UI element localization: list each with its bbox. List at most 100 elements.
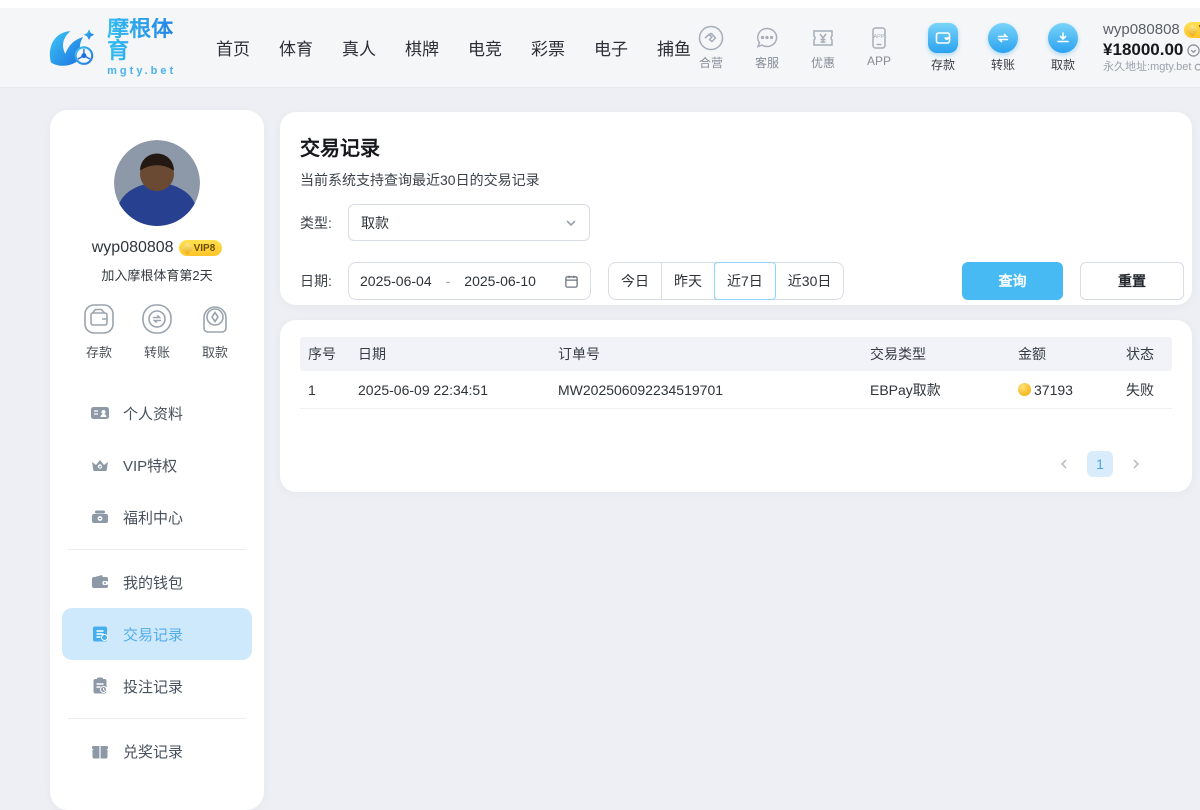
sidebar-transfer-label: 转账 xyxy=(144,342,170,361)
sidebar-menu: 个人资料 VIP特权 福利中心 xyxy=(50,387,264,777)
col-header-date: 日期 xyxy=(350,344,550,364)
gift-box-icon xyxy=(90,507,110,527)
nav-item-slots[interactable]: 电子 xyxy=(594,35,628,60)
main-content: 交易记录 当前系统支持查询最近30日的交易记录 类型: 取款 日期: 2025-… xyxy=(280,112,1192,492)
nav-item-sports[interactable]: 体育 xyxy=(279,35,313,60)
sidebar-withdraw-button[interactable]: 取款 xyxy=(196,300,234,361)
filter-card: 交易记录 当前系统支持查询最近30日的交易记录 类型: 取款 日期: 2025-… xyxy=(280,112,1192,305)
vip-badge: VIP8 xyxy=(1184,22,1200,38)
page-subtitle: 当前系统支持查询最近30日的交易记录 xyxy=(300,170,1184,190)
date-range-input[interactable]: 2025-06-04 - 2025-06-10 xyxy=(348,262,591,300)
sidebar-vip-badge: VIP8 xyxy=(179,240,223,256)
gold-coin-icon xyxy=(1018,383,1031,396)
joined-days-text: 加入摩根体育第2天 xyxy=(50,265,264,284)
sidebar-item-label: 投注记录 xyxy=(123,676,183,697)
promo-label: 优惠 xyxy=(811,54,835,71)
magnifier-icon[interactable] xyxy=(1194,63,1200,73)
profile-sidebar: wyp080808 VIP8 加入摩根体育第2天 存款 转账 xyxy=(50,110,264,810)
brand-title: 摩根体育 xyxy=(107,18,184,62)
sidebar-item-bets[interactable]: 投注记录 xyxy=(50,660,264,712)
nav-item-fishing[interactable]: 捕鱼 xyxy=(657,35,691,60)
col-header-type: 交易类型 xyxy=(862,344,1010,364)
support-label: 客服 xyxy=(755,54,779,71)
user-summary[interactable]: wyp080808 VIP8 ¥18000.00 永久地址:mgty.bet xyxy=(1103,21,1200,75)
top-strip xyxy=(0,0,1200,8)
nav-item-lottery[interactable]: 彩票 xyxy=(531,35,565,60)
sidebar-avatar[interactable] xyxy=(114,140,200,226)
withdraw-outline-icon xyxy=(196,300,234,338)
search-button[interactable]: 查询 xyxy=(962,262,1063,300)
secondary-actions: 合营 客服 优惠 APP APP xyxy=(691,25,899,71)
withdraw-button[interactable]: 取款 xyxy=(1041,23,1085,73)
sidebar-vip-label: VIP8 xyxy=(194,243,216,254)
range-today-button[interactable]: 今日 xyxy=(609,263,662,299)
handshake-icon xyxy=(698,25,724,51)
promo-button[interactable]: 优惠 xyxy=(803,25,843,71)
sidebar-item-prizes[interactable]: 兑奖记录 xyxy=(50,725,264,777)
prev-page-icon[interactable] xyxy=(1058,458,1070,470)
range-yesterday-button[interactable]: 昨天 xyxy=(662,263,715,299)
range-30days-button[interactable]: 近30日 xyxy=(776,263,844,299)
page-title: 交易记录 xyxy=(300,132,1184,161)
menu-divider xyxy=(68,718,246,719)
col-header-order: 订单号 xyxy=(550,344,862,364)
type-select[interactable]: 取款 xyxy=(348,204,590,241)
cell-date: 2025-06-09 22:34:51 xyxy=(350,382,550,398)
vip-gem-icon xyxy=(181,242,194,255)
sidebar-quick-actions: 存款 转账 取款 xyxy=(50,300,264,361)
sidebar-item-vip[interactable]: VIP特权 xyxy=(50,439,264,491)
date-to-value: 2025-06-10 xyxy=(464,273,536,289)
sidebar-item-label: 交易记录 xyxy=(123,624,183,645)
nav-item-esports[interactable]: 电竞 xyxy=(468,35,502,60)
sidebar-item-profile[interactable]: 个人资料 xyxy=(50,387,264,439)
refresh-balance-icon[interactable] xyxy=(1187,44,1200,57)
svg-text:APP: APP xyxy=(874,34,885,40)
vip-gem-icon xyxy=(1186,24,1199,37)
date-from-value: 2025-06-04 xyxy=(360,273,432,289)
transfer-button[interactable]: 转账 xyxy=(981,23,1025,73)
chat-support-icon xyxy=(754,25,780,51)
nav-item-home[interactable]: 首页 xyxy=(216,35,250,60)
range-7days-button[interactable]: 近7日 xyxy=(714,262,776,300)
sidebar-item-wallet[interactable]: 我的钱包 xyxy=(50,556,264,608)
records-card: 序号 日期 订单号 交易类型 金额 状态 1 2025-06-09 22:34:… xyxy=(280,320,1192,492)
nav-item-live[interactable]: 真人 xyxy=(342,35,376,60)
deposit-button[interactable]: 存款 xyxy=(921,23,965,73)
sidebar-item-welfare[interactable]: 福利中心 xyxy=(50,491,264,543)
app-download-button[interactable]: APP APP xyxy=(859,25,899,71)
app-label: APP xyxy=(867,54,891,68)
wallet-icon xyxy=(90,572,110,592)
transfer-icon xyxy=(988,23,1018,53)
sidebar-deposit-button[interactable]: 存款 xyxy=(80,300,118,361)
transaction-record-icon xyxy=(90,624,110,644)
mobile-app-icon: APP xyxy=(866,25,892,51)
support-button[interactable]: 客服 xyxy=(747,25,787,71)
brand-logo[interactable]: 摩根体育 mgty.bet xyxy=(45,18,184,77)
sidebar-username: wyp080808 xyxy=(92,239,174,257)
primary-nav: 首页 体育 真人 棋牌 电竞 彩票 电子 捕鱼 xyxy=(216,35,691,60)
sidebar-deposit-label: 存款 xyxy=(86,342,112,361)
partner-button[interactable]: 合营 xyxy=(691,25,731,71)
cell-index: 1 xyxy=(300,382,350,398)
type-label: 类型: xyxy=(300,213,340,233)
page-number-current[interactable]: 1 xyxy=(1087,451,1113,477)
sidebar-item-label: 我的钱包 xyxy=(123,572,183,593)
sidebar-transfer-button[interactable]: 转账 xyxy=(138,300,176,361)
reset-button[interactable]: 重置 xyxy=(1080,262,1184,300)
nav-item-cards[interactable]: 棋牌 xyxy=(405,35,439,60)
sidebar-item-transactions[interactable]: 交易记录 xyxy=(62,608,252,660)
id-card-icon xyxy=(90,403,110,423)
sidebar-withdraw-label: 取款 xyxy=(202,342,228,361)
calendar-icon xyxy=(564,274,579,289)
withdraw-icon xyxy=(1048,23,1078,53)
brand-logo-icon xyxy=(45,23,99,73)
next-page-icon[interactable] xyxy=(1130,458,1142,470)
cell-type: EBPay取款 xyxy=(862,380,1010,400)
navbar: 摩根体育 mgty.bet 首页 体育 真人 棋牌 电竞 彩票 电子 捕鱼 合营 xyxy=(0,8,1200,88)
sidebar-item-label: 兑奖记录 xyxy=(123,741,183,762)
brand-domain: mgty.bet xyxy=(107,66,184,77)
date-label: 日期: xyxy=(300,271,340,291)
col-header-amount: 金额 xyxy=(1010,344,1118,364)
partner-label: 合营 xyxy=(699,54,723,71)
table-header-row: 序号 日期 订单号 交易类型 金额 状态 xyxy=(300,337,1172,371)
